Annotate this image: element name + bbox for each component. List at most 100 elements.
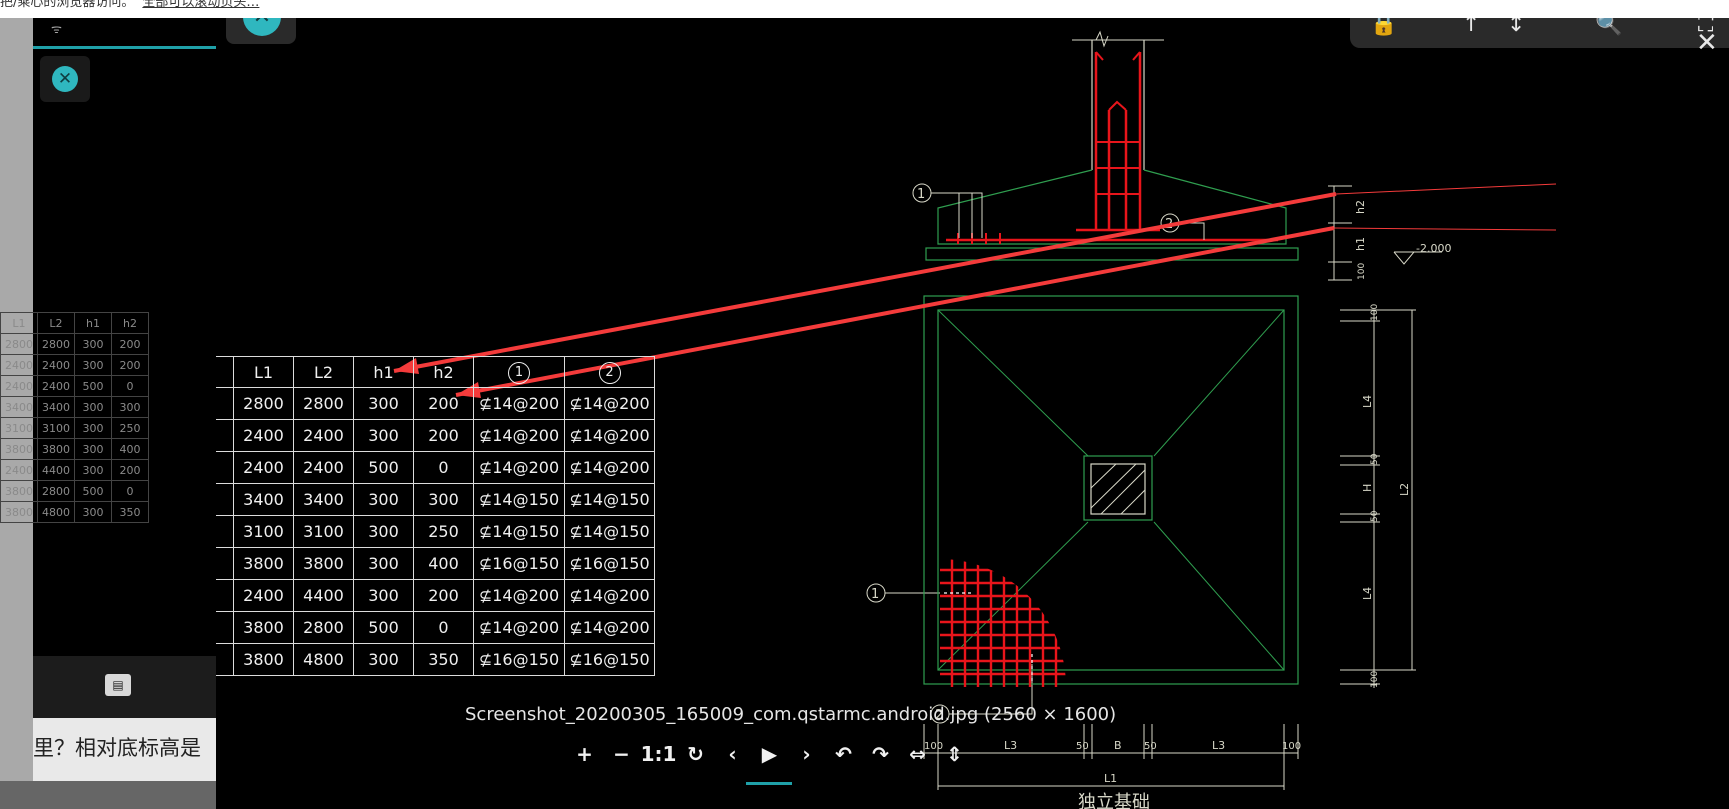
arrow-up-icon[interactable]: ↑ bbox=[1462, 18, 1480, 37]
browser-top-strip: 把/乘心的浏览器访问。 全部可以滚动页头… bbox=[0, 0, 1729, 18]
dim-h2: h2 bbox=[1354, 200, 1367, 214]
rotate-right-button[interactable]: ↷ bbox=[862, 742, 899, 766]
cell-l1: 2400 bbox=[233, 451, 294, 484]
image-caption: Screenshot_20200305_165009_com.qstarmc.a… bbox=[465, 704, 1117, 725]
dim-l4-top: L4 bbox=[1361, 395, 1374, 408]
dim-l3-left: L3 bbox=[1004, 739, 1017, 752]
dim-100: 100 bbox=[1357, 263, 1367, 280]
cell-h1: 300 bbox=[353, 419, 414, 452]
bg-table-cell: 250 bbox=[111, 417, 149, 439]
cell-l1: 2400 bbox=[233, 419, 294, 452]
top-strip-link[interactable]: 全部可以滚动页头… bbox=[142, 0, 259, 10]
cell-l2: 3100 bbox=[293, 515, 354, 548]
cell-h2: 350 bbox=[413, 643, 474, 676]
swap-icon[interactable]: ↕ bbox=[1507, 18, 1525, 37]
dim-50-bottom: 50 bbox=[1370, 510, 1380, 522]
cell-r1: ⊈16@150 bbox=[473, 643, 565, 676]
bg-table-cell: 2400 bbox=[0, 459, 38, 481]
dim-b: B bbox=[1114, 739, 1122, 752]
cell-r2: ⊈14@200 bbox=[564, 611, 655, 644]
search-icon[interactable]: 🔍 bbox=[1595, 18, 1622, 37]
arrow-tail-line bbox=[1335, 183, 1557, 195]
cell-r2: ⊈14@200 bbox=[564, 419, 655, 452]
cell-h2: 250 bbox=[413, 515, 474, 548]
bg-table-cell: 4400 bbox=[37, 459, 75, 481]
col-l2: L2 bbox=[293, 356, 354, 388]
bg-table-cell: 2400 bbox=[0, 375, 38, 397]
plan-view bbox=[923, 295, 1299, 687]
bg-table-row: 2400 2400 500 0 bbox=[0, 375, 149, 397]
rotate-left-button[interactable]: ↶ bbox=[825, 742, 862, 766]
next-button[interactable]: › bbox=[788, 742, 825, 766]
bg-col-header: h2 bbox=[111, 312, 149, 334]
cell-r1: ⊈14@150 bbox=[473, 483, 565, 516]
bg-table-row: 2800 2800 300 200 bbox=[0, 333, 149, 355]
rebar-hook bbox=[1108, 100, 1127, 111]
column-section bbox=[1072, 30, 1164, 170]
background-close-button[interactable]: ✕ bbox=[40, 56, 90, 102]
bg-table-cell: 2400 bbox=[37, 375, 75, 397]
bg-table-cell: 300 bbox=[74, 417, 112, 439]
bg-col-header: L2 bbox=[37, 312, 75, 334]
col-rebar-2: 2 bbox=[564, 356, 655, 388]
flip-horizontal-button[interactable]: ⇔ bbox=[899, 742, 936, 766]
footing-outline bbox=[937, 169, 1287, 245]
thumbnail-indicator[interactable] bbox=[746, 782, 792, 785]
bg-table-cell: 3800 bbox=[0, 480, 38, 502]
play-button[interactable]: ▶ bbox=[751, 742, 788, 766]
bg-table-cell: 300 bbox=[111, 396, 149, 418]
cell-h2: 400 bbox=[413, 547, 474, 580]
bg-table-cell: 2800 bbox=[37, 480, 75, 502]
top-strip-text: 把/乘心的浏览器访问。 bbox=[0, 0, 135, 10]
cell-h1: 500 bbox=[353, 611, 414, 644]
bg-table-row: 3800 4800 300 350 bbox=[0, 501, 149, 523]
cell-l2: 2400 bbox=[293, 451, 354, 484]
cell-l1: 2400 bbox=[233, 579, 294, 612]
bg-table-cell: 3800 bbox=[0, 501, 38, 523]
wifi-icon: ᯤ bbox=[51, 22, 62, 36]
arrow-to-h1 bbox=[393, 192, 1337, 373]
cell-l1: 3100 bbox=[233, 515, 294, 548]
close-icon: ✕ bbox=[243, 18, 281, 36]
zoom-out-button[interactable]: − bbox=[603, 742, 640, 766]
plan-diagonal bbox=[1153, 309, 1285, 457]
dim-h: H bbox=[1361, 484, 1374, 492]
cell-r2: ⊈16@150 bbox=[564, 547, 655, 580]
cell-h2: 200 bbox=[413, 579, 474, 612]
background-question-text: 里？相对底标高是 bbox=[33, 736, 201, 760]
lock-icon[interactable]: 🔒 bbox=[1370, 18, 1397, 37]
reset-button[interactable]: ↻ bbox=[677, 742, 714, 766]
cell-h2: 200 bbox=[413, 419, 474, 452]
comment-icon[interactable]: ▤ bbox=[105, 674, 131, 696]
actual-size-button[interactable]: 1:1 bbox=[640, 742, 677, 766]
cell-r2: ⊈16@150 bbox=[564, 643, 655, 676]
cell-r1: ⊈14@200 bbox=[473, 387, 565, 420]
cell-l2: 3800 bbox=[293, 547, 354, 580]
cell-l1: 3400 bbox=[233, 483, 294, 516]
bg-table-row: 3400 3400 300 300 bbox=[0, 396, 149, 418]
dim-100-bottom: 100 bbox=[1370, 671, 1380, 688]
cell-l1: 3800 bbox=[233, 643, 294, 676]
prev-button[interactable]: ‹ bbox=[714, 742, 751, 766]
bg-table-cell: 200 bbox=[111, 333, 149, 355]
bg-table-cell: 2800 bbox=[0, 333, 38, 355]
cell-r1: ⊈14@200 bbox=[473, 611, 565, 644]
flip-vertical-button[interactable]: ⇕ bbox=[936, 742, 973, 766]
bg-table-cell: 2800 bbox=[37, 333, 75, 355]
bg-table-cell: 200 bbox=[111, 459, 149, 481]
bg-table-cell: 3100 bbox=[0, 417, 38, 439]
cell-h1: 300 bbox=[353, 579, 414, 612]
plan-diagonal bbox=[937, 309, 1089, 457]
viewer-close-icon[interactable]: ✕ bbox=[1696, 28, 1718, 58]
cell-l1: 3800 bbox=[233, 611, 294, 644]
zoom-in-button[interactable]: + bbox=[566, 742, 603, 766]
drawing-title: 独立基础 bbox=[1078, 792, 1150, 809]
cell-h1: 300 bbox=[353, 643, 414, 676]
dim-l1: L1 bbox=[1104, 772, 1117, 785]
cell-h1: 300 bbox=[353, 387, 414, 420]
callout-1-label: 1 bbox=[917, 187, 925, 202]
viewer-close-tab[interactable]: ✕ bbox=[226, 18, 296, 44]
bg-table-cell: 2400 bbox=[0, 354, 38, 376]
elevation-symbol bbox=[1393, 251, 1416, 265]
cell-h1: 500 bbox=[353, 451, 414, 484]
